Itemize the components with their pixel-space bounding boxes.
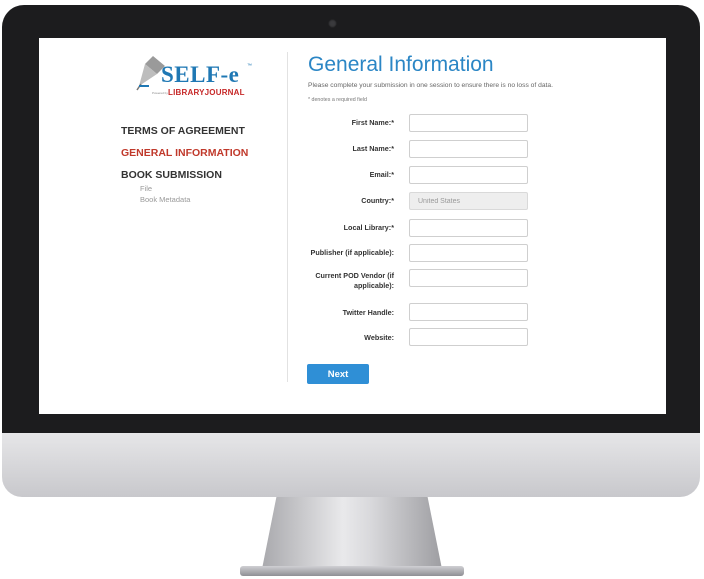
- publisher-label: Publisher (if applicable):: [310, 248, 394, 257]
- local-library-input[interactable]: [409, 219, 528, 237]
- logo-powered-by: Powered by: [152, 91, 168, 95]
- email-input[interactable]: [409, 166, 528, 184]
- twitter-handle-input[interactable]: [409, 303, 528, 321]
- side-nav: TERMS OF AGREEMENT GENERAL INFORMATION B…: [121, 125, 248, 205]
- twitter-handle-label: Twitter Handle:: [342, 308, 394, 317]
- page-title: General Information: [308, 53, 494, 76]
- self-e-logo[interactable]: SELF-e ™ Powered by LIBRARYJOURNAL: [135, 52, 255, 102]
- vertical-divider: [287, 52, 288, 382]
- last-name-label: Last Name:*: [352, 144, 394, 153]
- logo-subtitle: LIBRARYJOURNAL: [168, 88, 245, 97]
- monitor-stand: [262, 497, 442, 569]
- website-label: Website:: [364, 333, 394, 342]
- nav-item-general-information[interactable]: GENERAL INFORMATION: [121, 147, 248, 159]
- local-library-label: Local Library:*: [343, 223, 394, 232]
- screen: SELF-e ™ Powered by LIBRARYJOURNAL TERMS…: [39, 38, 666, 414]
- nav-subitem-file[interactable]: File: [140, 183, 248, 194]
- camera-icon: [328, 19, 337, 28]
- required-field-note: * denotes a required field: [308, 97, 367, 103]
- pod-vendor-label: Current POD Vendor (if applicable):: [315, 271, 394, 290]
- nav-subitems: File Book Metadata: [121, 183, 248, 205]
- publisher-input[interactable]: [409, 244, 528, 262]
- nav-item-book-submission[interactable]: BOOK SUBMISSION: [121, 169, 248, 181]
- intro-text: Please complete your submission in one s…: [308, 82, 553, 89]
- monitor-chin: [2, 433, 700, 497]
- email-label: Email:*: [369, 170, 394, 179]
- first-name-label: First Name:*: [351, 118, 394, 127]
- country-input[interactable]: [409, 192, 528, 210]
- pod-vendor-input[interactable]: [409, 269, 528, 287]
- logo-trademark: ™: [247, 63, 252, 69]
- last-name-input[interactable]: [409, 140, 528, 158]
- monitor-stand-base: [240, 566, 464, 576]
- logo-title: SELF-e: [161, 62, 240, 87]
- website-input[interactable]: [409, 328, 528, 346]
- country-label: Country:*: [361, 196, 394, 205]
- nav-item-terms-of-agreement[interactable]: TERMS OF AGREEMENT: [121, 125, 248, 137]
- nav-subitem-book-metadata[interactable]: Book Metadata: [140, 194, 248, 205]
- next-button[interactable]: Next: [307, 364, 369, 384]
- first-name-input[interactable]: [409, 114, 528, 132]
